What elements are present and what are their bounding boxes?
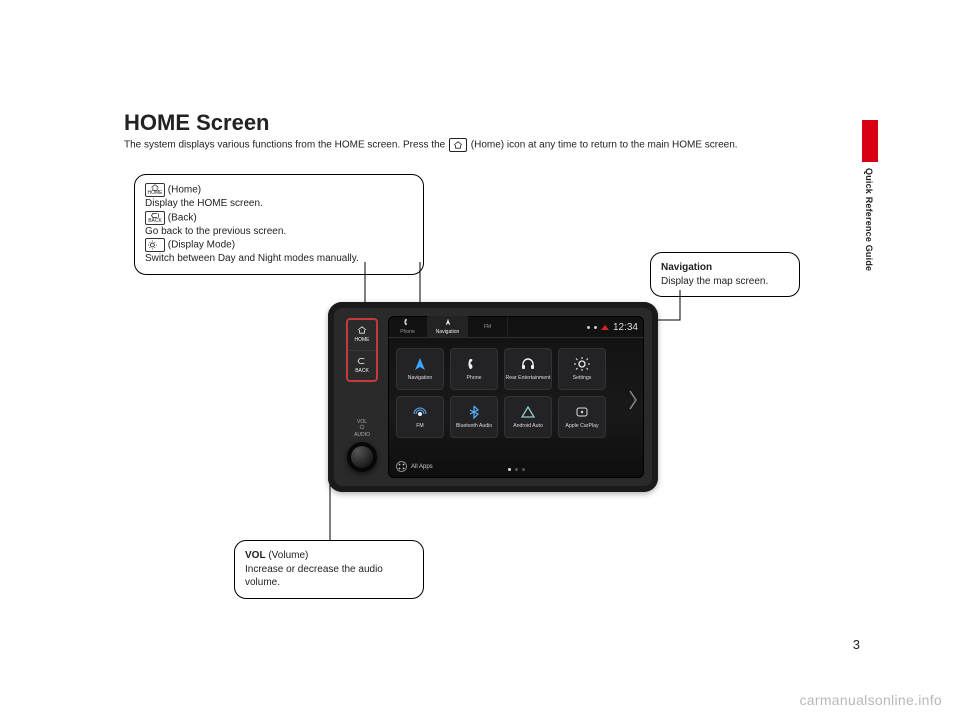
android-auto-icon	[520, 405, 536, 421]
app-settings[interactable]: Settings	[558, 348, 606, 390]
headphones-icon	[520, 357, 536, 373]
app-bluetooth-audio[interactable]: Bluetooth Audio	[450, 396, 498, 438]
page-dot-active	[508, 468, 511, 471]
app-label: Settings	[573, 375, 592, 381]
app-apple-carplay[interactable]: Apple CarPlay	[558, 396, 606, 438]
app-label: Android Auto	[513, 423, 543, 429]
status-dot-icon	[594, 326, 597, 329]
status-dot-icon	[587, 326, 590, 329]
app-phone[interactable]: Phone	[450, 348, 498, 390]
unit-left-panel: HOME BACK VOL ⏻ AUDIO	[346, 316, 380, 478]
app-grid: Navigation Phone Rear Entertainment Sett…	[388, 338, 644, 438]
status-bar: 12:34	[587, 316, 638, 338]
warning-icon	[601, 325, 609, 330]
vol-label-bottom: AUDIO	[346, 432, 378, 438]
infotainment-unit: HOME BACK VOL ⏻ AUDIO Phone	[328, 302, 658, 492]
home-icon	[357, 326, 367, 336]
app-label: Phone	[466, 375, 481, 381]
hw-home-label: HOME	[355, 337, 370, 343]
hw-back-button[interactable]: BACK	[348, 351, 376, 381]
app-navigation[interactable]: Navigation	[396, 348, 444, 390]
tab-label: FM	[484, 324, 491, 330]
manual-page: Quick Reference Guide HOME Screen The sy…	[0, 0, 960, 722]
clock: 12:34	[613, 322, 638, 333]
page-number: 3	[853, 637, 860, 652]
back-icon	[357, 357, 367, 367]
carplay-icon	[574, 405, 590, 421]
touchscreen[interactable]: Phone Navigation FM 12:34 Navi	[388, 316, 644, 478]
app-label: Apple CarPlay	[565, 423, 598, 429]
tab-navigation[interactable]: Navigation	[428, 316, 468, 337]
hw-back-label: BACK	[355, 368, 369, 374]
gear-icon	[574, 357, 590, 373]
hw-home-button[interactable]: HOME	[348, 320, 376, 351]
watermark: carmanualsonline.info	[800, 692, 943, 708]
app-label: FM	[416, 423, 424, 429]
tab-phone[interactable]: Phone	[388, 316, 428, 337]
tab-fm[interactable]: FM	[468, 316, 508, 337]
tab-label: Navigation	[436, 329, 460, 335]
phone-icon	[466, 357, 482, 373]
app-label: Bluetooth Audio	[456, 423, 492, 429]
navigation-icon	[412, 357, 428, 373]
volume-knob[interactable]	[347, 442, 377, 472]
tab-label: Phone	[400, 329, 414, 335]
phone-icon	[403, 318, 413, 328]
bluetooth-icon	[466, 405, 482, 421]
app-rear-entertainment[interactable]: Rear Entertainment	[504, 348, 552, 390]
volume-area: VOL ⏻ AUDIO	[346, 419, 378, 472]
power-icon: ⏻	[346, 425, 378, 432]
app-fm[interactable]: FM	[396, 396, 444, 438]
hardware-buttons: HOME BACK	[346, 318, 378, 382]
app-android-auto[interactable]: Android Auto	[504, 396, 552, 438]
page-dot	[515, 468, 518, 471]
page-dot	[522, 468, 525, 471]
app-label: Navigation	[408, 375, 433, 381]
navigation-icon	[443, 318, 453, 328]
page-indicator	[388, 468, 644, 471]
radio-icon	[412, 405, 428, 421]
app-label: Rear Entertainment	[506, 375, 551, 381]
chevron-right-icon[interactable]	[626, 386, 640, 414]
